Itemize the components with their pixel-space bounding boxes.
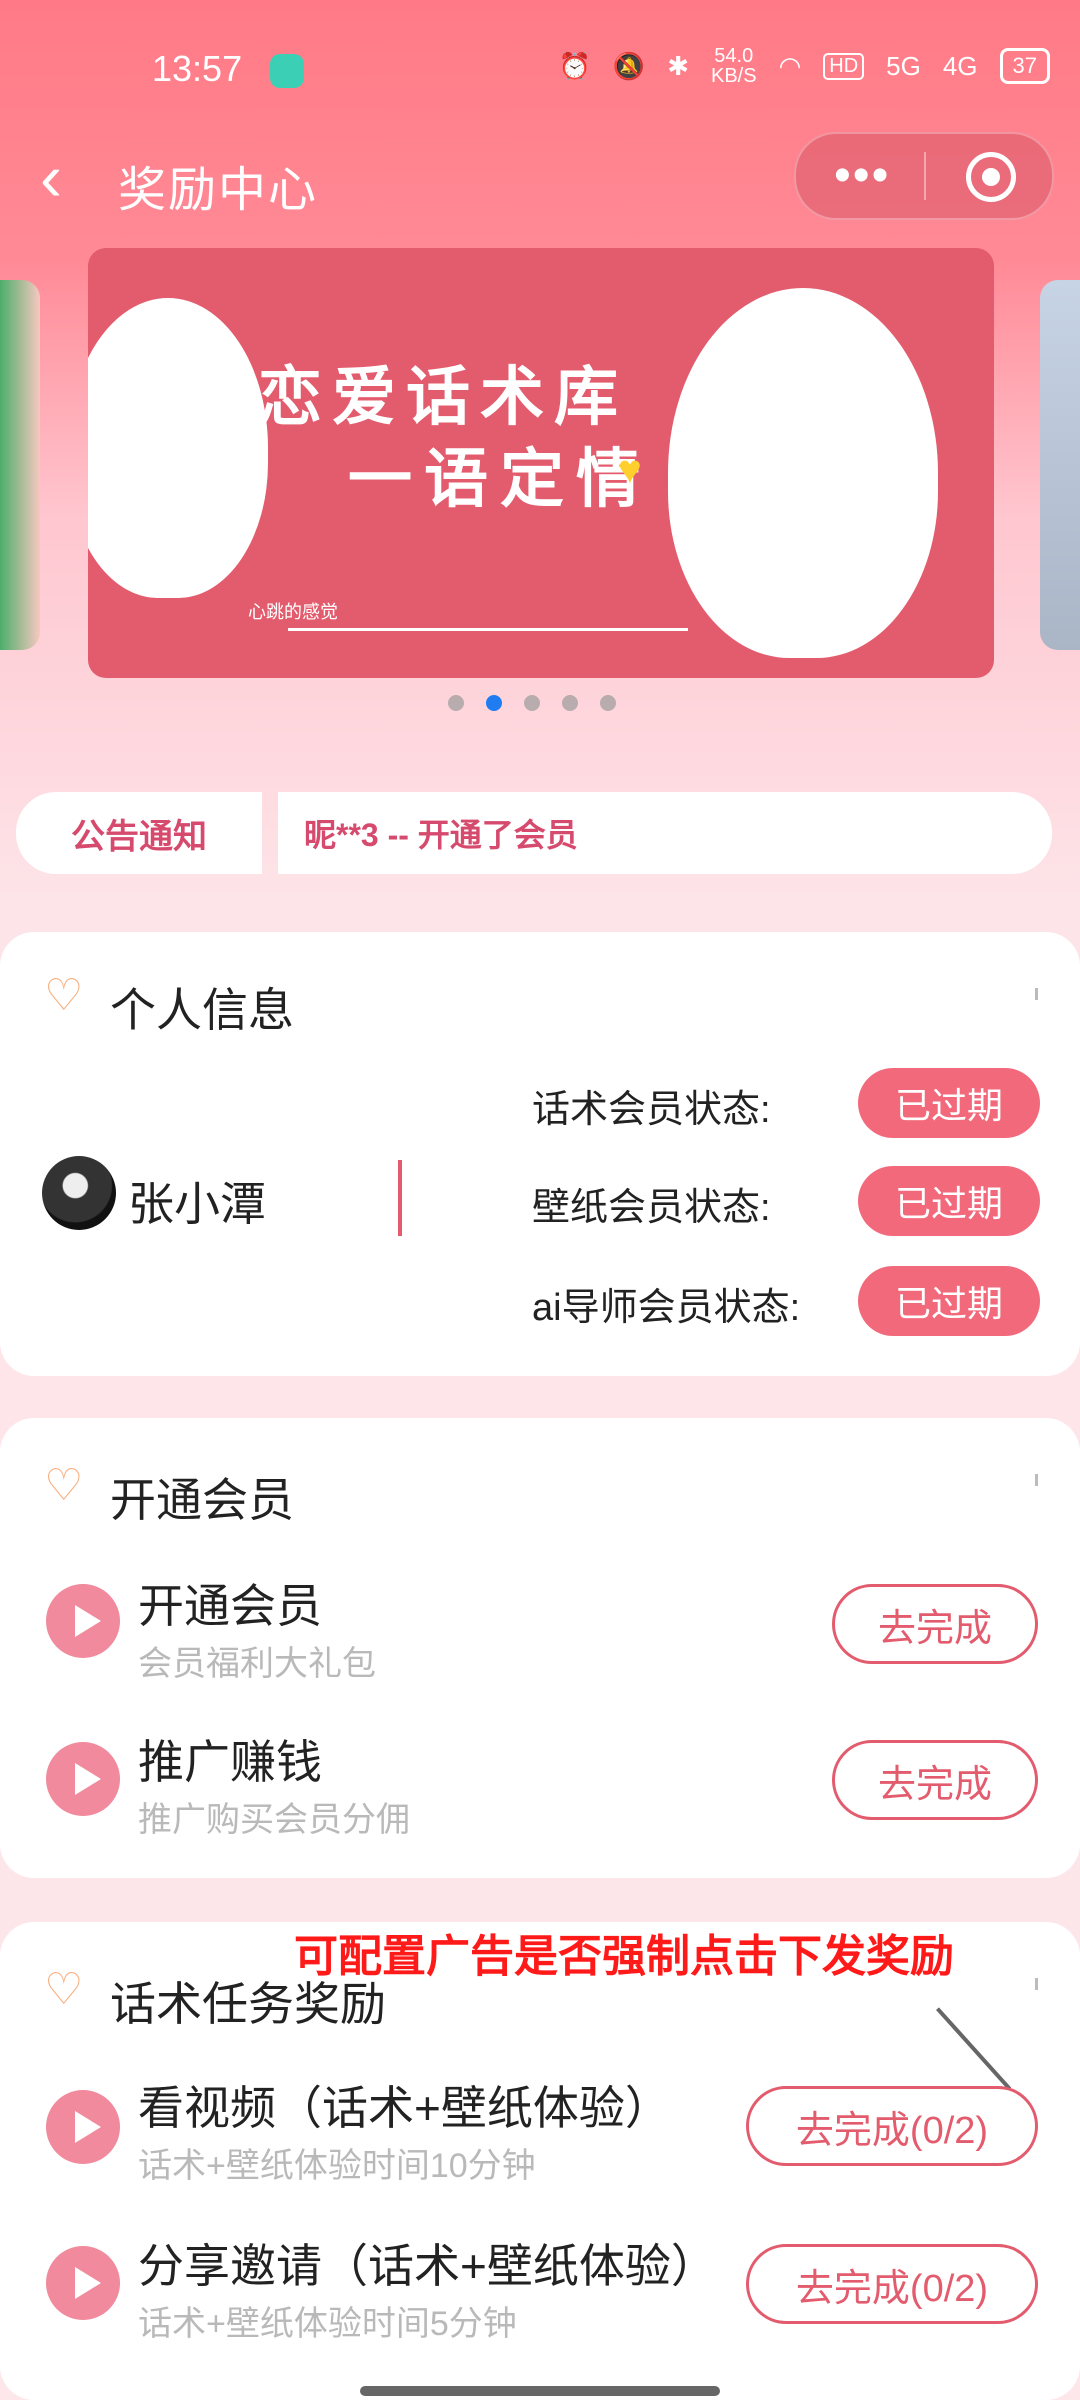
notice-label: 公告通知 (16, 792, 262, 874)
task-subtitle: 话术+壁纸体验时间10分钟 (138, 2147, 536, 2185)
play-icon (46, 2090, 120, 2164)
status-time: 13:57 (152, 48, 243, 89)
banner-headline: 恋爱话术库 (258, 361, 628, 433)
status-badge-huashu[interactable]: 已过期 (858, 1068, 1040, 1138)
status-label-ai-mentor: ai导师会员状态: (532, 1287, 801, 1329)
task-subtitle: 推广购买会员分佣 (138, 1801, 410, 1839)
miniprogram-capsule: ••• (794, 132, 1054, 220)
bluetooth-icon: ✱ (667, 50, 689, 81)
pulse-line (288, 548, 688, 631)
task-title: 分享邀请（话术+壁纸体验） (138, 2240, 717, 2292)
card-marker (1035, 988, 1038, 1000)
avatar[interactable] (42, 1156, 116, 1230)
status-icons: ⏰ 🔕 ✱ 54.0 KB/S ◠ HD 5G 4G 37 (558, 46, 1050, 86)
task-title: 开通会员 (138, 1580, 322, 1632)
complete-button[interactable]: 去完成 (832, 1584, 1038, 1664)
heart-pulse-icon: ♡ (44, 971, 84, 1020)
target-icon[interactable] (966, 152, 1016, 202)
status-badge-ai-mentor[interactable]: 已过期 (858, 1266, 1040, 1336)
info-divider (398, 1160, 402, 1236)
section-title: 开通会员 (110, 1474, 294, 1526)
banner-slide[interactable]: 恋爱话术库 一语定情 ♥ 心跳的感觉 (88, 248, 994, 678)
username: 张小潭 (128, 1178, 266, 1230)
status-badge-wallpaper[interactable]: 已过期 (858, 1166, 1040, 1236)
task-title: 看视频（话术+壁纸体验） (138, 2082, 671, 2134)
battery-icon: 37 (999, 48, 1050, 84)
chevron-left-icon[interactable]: ‹ (40, 144, 62, 210)
play-icon (46, 2246, 120, 2320)
capsule-divider (924, 152, 926, 200)
status-bar: 13:57 ⏰ 🔕 ✱ 54.0 KB/S ◠ HD 5G 4G 37 (0, 0, 1080, 130)
complete-button[interactable]: 去完成 (832, 1740, 1038, 1820)
heart-pulse-icon: ♡ (44, 1461, 84, 1510)
task-subtitle: 会员福利大礼包 (138, 1645, 376, 1683)
banner-subheadline: 一语定情 (348, 443, 652, 515)
signal-4g: 4G (942, 50, 978, 81)
cat-illustration-right (668, 288, 938, 658)
hd-badge: HD (823, 52, 865, 80)
app-notification-icon (270, 54, 304, 88)
carousel-dot-active[interactable] (486, 695, 502, 711)
card-marker (1035, 1474, 1038, 1486)
carousel-dot[interactable] (448, 695, 464, 711)
section-title: 个人信息 (110, 984, 294, 1036)
task-subtitle: 话术+壁纸体验时间5分钟 (138, 2305, 517, 2343)
play-icon (46, 1584, 120, 1658)
status-label-huashu: 话术会员状态: (532, 1089, 771, 1131)
mute-icon: 🔕 (612, 50, 646, 81)
card-marker (1035, 1978, 1038, 1990)
play-icon (46, 1742, 120, 1816)
complete-button-progress[interactable]: 去完成(0/2) (746, 2244, 1038, 2324)
more-dots-icon[interactable]: ••• (834, 148, 890, 203)
task-title: 推广赚钱 (138, 1736, 322, 1788)
notice-marquee: 昵**3 -- 开通了会员 (278, 792, 1052, 874)
banner-next-slide[interactable] (1040, 280, 1080, 650)
carousel-dot[interactable] (562, 695, 578, 711)
carousel-dot[interactable] (524, 695, 540, 711)
cat-illustration-left (88, 298, 268, 598)
signal-5g: 5G (886, 50, 921, 81)
banner-caption: 心跳的感觉 (248, 602, 338, 622)
home-indicator[interactable] (360, 2386, 720, 2396)
heart-pulse-icon: ♡ (44, 1965, 84, 2014)
net-speed: 54.0 KB/S (710, 45, 757, 87)
carousel-dot[interactable] (600, 695, 616, 711)
complete-button-progress[interactable]: 去完成(0/2) (746, 2086, 1038, 2166)
status-label-wallpaper: 壁纸会员状态: (532, 1187, 771, 1229)
page-title: 奖励中心 (118, 164, 319, 217)
heart-icon: ♥ (618, 448, 642, 492)
annotation-note: 可配置广告是否强制点击下发奖励 (294, 1932, 954, 1981)
carousel-indicator (448, 695, 616, 711)
banner-prev-slide[interactable] (0, 280, 40, 650)
nav-header: ‹ 奖励中心 ••• (0, 130, 1080, 240)
wifi-icon: ◠ (778, 50, 802, 81)
alarm-icon: ⏰ (558, 50, 591, 81)
